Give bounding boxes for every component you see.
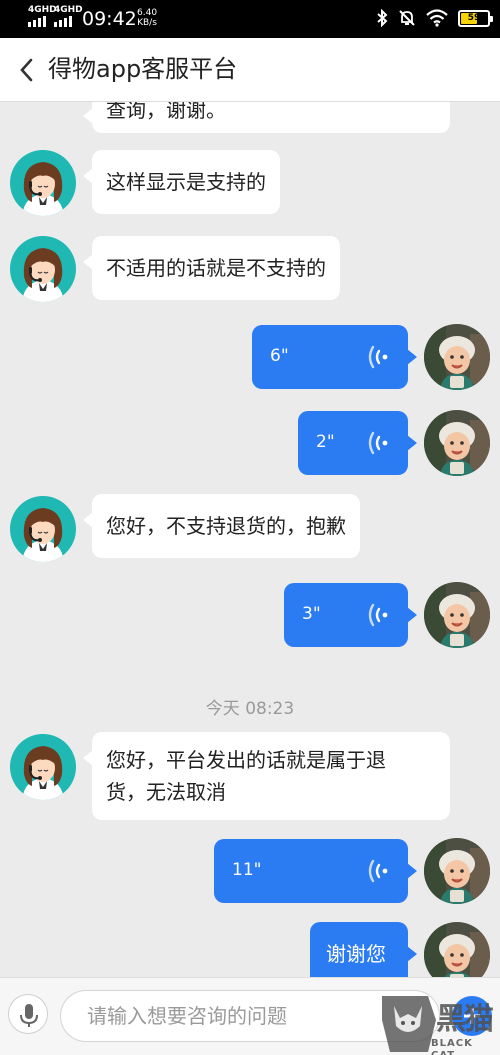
watermark-text: 黑猫: [436, 1002, 494, 1037]
message-text-line-2: 货，无法取消: [106, 780, 226, 804]
wifi-icon: [426, 9, 448, 27]
chevron-left-icon[interactable]: [16, 56, 38, 84]
status-icons: 59: [376, 9, 493, 27]
time-divider: 今天 08:23: [205, 699, 295, 719]
chat-header: 得物app客服平台: [0, 38, 500, 102]
agent-message: 您好，平台发出的话就是属于退 货，无法取消: [83, 732, 450, 820]
signal-icon-2: [54, 16, 72, 27]
voice-duration: 2": [316, 432, 335, 452]
microphone-icon: [20, 1004, 38, 1027]
message-text: 查询，谢谢。: [106, 102, 226, 122]
agent-message: 查询，谢谢。: [83, 102, 450, 133]
clock: 09:42: [82, 8, 137, 30]
voice-wave-icon: [366, 344, 390, 370]
agent-message: 不适用的话就是不支持的: [83, 236, 340, 300]
watermark-subtext: BLACK CAT: [431, 1038, 473, 1055]
microphone-button[interactable]: [8, 994, 48, 1034]
chat-area[interactable]: 查询，谢谢。 这样显示是支持的 不适用的话就是不支持的 6" 2" 您好，不支持…: [0, 102, 500, 977]
agent-avatar[interactable]: [10, 734, 76, 800]
voice-message[interactable]: 2": [298, 411, 417, 475]
agent-avatar[interactable]: [10, 496, 76, 562]
message-text: 这样显示是支持的: [106, 170, 266, 194]
message-text: 不适用的话就是不支持的: [106, 256, 326, 280]
voice-duration: 11": [232, 860, 262, 880]
bluetooth-icon: [377, 9, 388, 27]
voice-message[interactable]: 11": [214, 839, 417, 903]
agent-avatar[interactable]: [10, 150, 76, 216]
voice-wave-icon: [366, 858, 390, 884]
agent-avatar[interactable]: [10, 236, 76, 302]
user-avatar[interactable]: [424, 410, 490, 476]
message-text: 谢谢您: [326, 942, 386, 966]
user-avatar[interactable]: [424, 324, 490, 390]
agent-message: 这样显示是支持的: [83, 150, 280, 214]
signal-icon-1: [28, 16, 46, 27]
network-type-1: 4GHD: [28, 5, 57, 15]
user-avatar[interactable]: [424, 582, 490, 648]
speed-value: 6.40: [137, 8, 158, 18]
user-message: 谢谢您: [310, 922, 417, 977]
voice-message[interactable]: 6": [252, 325, 417, 389]
agent-message: 您好，不支持退货的，抱歉: [83, 494, 360, 558]
network-speed: 6.40 KB/s: [137, 8, 157, 28]
user-avatar[interactable]: [424, 838, 490, 904]
network-type-2: 4GHD: [54, 5, 83, 15]
page-title: 得物app客服平台: [48, 55, 238, 83]
speed-unit: KB/s: [137, 18, 157, 28]
battery-level: 59: [467, 12, 481, 23]
user-avatar[interactable]: [424, 922, 490, 977]
voice-wave-icon: [366, 430, 390, 456]
status-bar: 4GHD 4GHD 09:42 6.40 KB/s 59: [0, 0, 500, 38]
message-text-line-1: 您好，平台发出的话就是属于退: [106, 748, 386, 772]
voice-duration: 6": [270, 346, 289, 366]
message-text: 您好，不支持退货的，抱歉: [106, 514, 346, 538]
battery-icon: 59: [458, 9, 493, 27]
mute-icon: [399, 10, 415, 26]
voice-duration: 3": [302, 604, 321, 624]
voice-wave-icon: [366, 602, 390, 628]
voice-message[interactable]: 3": [284, 583, 417, 647]
